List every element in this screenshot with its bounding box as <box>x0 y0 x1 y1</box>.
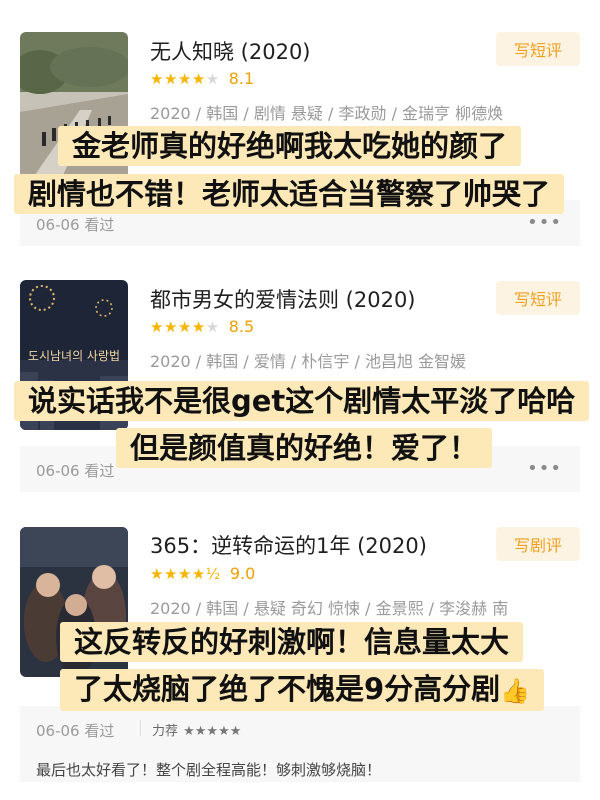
star-rating-icon: ★★★★★ <box>150 69 220 88</box>
rating-score: 8.5 <box>228 317 255 336</box>
recommend-label: 力荐 <box>152 724 179 739</box>
write-review-button[interactable]: 写短评 <box>496 32 580 66</box>
rating-row: ★★★★★ 8.5 <box>150 317 254 336</box>
star-rating-icon: ★★★★★ <box>150 317 220 336</box>
star-rating-icon: ★★★★½ <box>150 564 221 583</box>
rating-row: ★★★★★ 8.1 <box>150 69 254 88</box>
write-review-button[interactable]: 写剧评 <box>496 527 580 561</box>
review-comment: 最后也太好看了！整个剧全程高能！够刺激够烧脑！ <box>36 761 382 779</box>
more-options-icon[interactable]: ••• <box>527 212 562 233</box>
drama-title[interactable]: 都市男女的爱情法则 (2020) <box>150 284 416 314</box>
caption-text: 了太烧脑了绝了不愧是9分高分剧 <box>74 672 501 706</box>
thumbs-up-icon: 👍 <box>500 677 531 705</box>
divider <box>140 720 141 736</box>
caption-line: 剧情也不错！老师太适合当警察了帅哭了 <box>14 174 565 214</box>
recommend-rating: 力荐 ★★★★★ <box>152 720 241 739</box>
caption-line: 这反转反的好刺激啊！信息量太大 <box>60 622 524 662</box>
recommend-stars-icon: ★★★★★ <box>183 724 242 739</box>
write-review-button[interactable]: 写短评 <box>496 281 580 315</box>
rating-score: 8.1 <box>228 69 255 88</box>
rating-score: 9.0 <box>229 564 256 583</box>
drama-meta: 2020 / 韩国 / 剧情 悬疑 / 李政勋 / 金瑞亨 柳德焕 <box>150 104 504 123</box>
watched-date: 06-06 看过 <box>36 462 115 480</box>
caption-line: 金老师真的好绝啊我太吃她的颜了 <box>58 126 522 166</box>
poster-title-text: 도시남녀의 사랑법 <box>28 349 120 363</box>
more-options-icon[interactable]: ••• <box>527 458 562 479</box>
drama-meta: 2020 / 韩国 / 悬疑 奇幻 惊悚 / 金景熙 / 李浚赫 南 <box>150 599 509 618</box>
drama-title[interactable]: 365：逆转命运的1年 (2020) <box>150 530 427 560</box>
drama-title[interactable]: 无人知晓 (2020) <box>150 36 311 66</box>
rating-row: ★★★★½ 9.0 <box>150 564 255 583</box>
watched-date: 06-06 看过 <box>36 722 115 740</box>
drama-meta: 2020 / 韩国 / 爱情 / 朴信宇 / 池昌旭 金智媛 <box>150 352 467 371</box>
watched-date: 06-06 看过 <box>36 216 115 234</box>
caption-line: 了太烧脑了绝了不愧是9分高分剧👍 <box>60 669 545 711</box>
caption-line: 说实话我不是很get这个剧情太平淡了哈哈 <box>14 381 590 421</box>
caption-line: 但是颜值真的好绝！爱了！ <box>116 428 493 468</box>
